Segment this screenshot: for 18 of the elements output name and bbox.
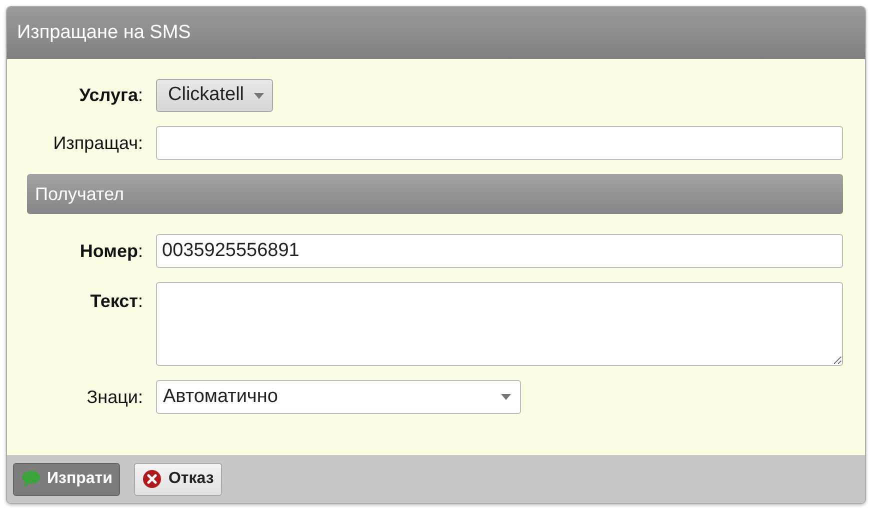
input-field[interactable]: 0035925556891 xyxy=(156,234,843,268)
speech-bubble-icon xyxy=(21,469,41,489)
field-label: Номер: xyxy=(78,240,144,263)
text-area[interactable] xyxy=(156,282,843,366)
window-title: Изпращане на SMS xyxy=(17,20,191,45)
send-button[interactable]: Изпрати xyxy=(13,462,120,496)
caret-icon xyxy=(501,394,511,400)
caret-icon xyxy=(254,92,264,98)
select-field[interactable]: Автоматично xyxy=(156,380,521,414)
field-label: Изпращач: xyxy=(52,132,144,155)
field-label: Знаци: xyxy=(86,386,144,409)
section-header: Получател xyxy=(27,174,843,214)
close-icon xyxy=(142,469,162,489)
cancel-button[interactable]: Отказ xyxy=(134,462,222,496)
input-field[interactable] xyxy=(156,126,843,160)
service-dropdown[interactable]: Clickatell xyxy=(156,79,274,112)
field-label: Услуга: xyxy=(78,84,144,107)
field-label: Текст: xyxy=(89,290,144,313)
